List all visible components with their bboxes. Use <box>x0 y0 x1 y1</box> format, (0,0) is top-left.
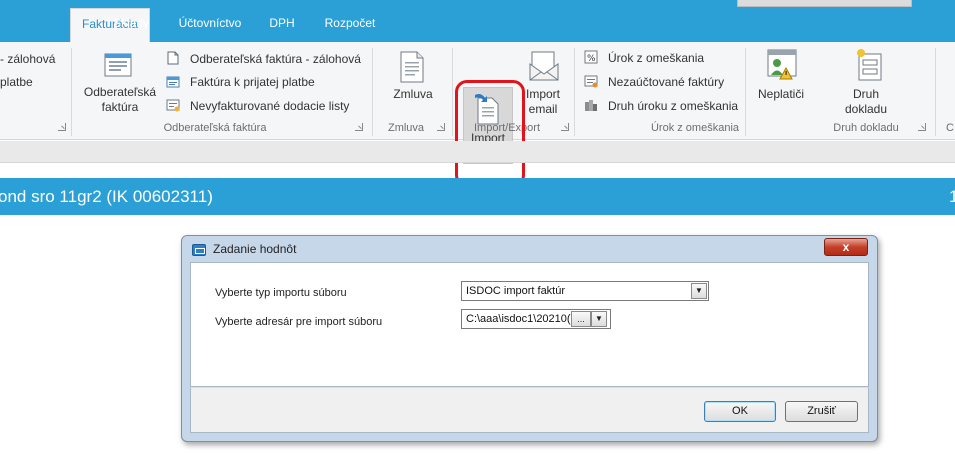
chevron-down-icon[interactable]: ▼ <box>591 311 607 327</box>
group-launcher-icon[interactable] <box>918 123 926 131</box>
import-type-label: Vyberte typ importu súboru <box>215 287 347 299</box>
urok-z-omeskania-label: Úrok z omeškania <box>608 51 705 65</box>
invoice-form-icon <box>104 53 132 77</box>
quick-access-box <box>737 0 912 7</box>
company-title: ond sro 11gr2 (IK 00602311) <box>0 187 213 206</box>
dialog-title: Zadanie hodnôt <box>213 242 297 256</box>
group-label-partial-right: C <box>946 122 954 134</box>
import-email-label-2: email <box>528 102 558 116</box>
browse-button[interactable]: ... <box>571 311 591 327</box>
company-title-right: 1 <box>949 187 955 206</box>
import-folder-value: C:\aaa\isdoc1\20210( <box>466 313 571 325</box>
document-type-icon <box>857 49 882 81</box>
import-type-value: ISDOC import faktúr <box>466 285 566 297</box>
faktura-k-prijatej-platbe-label: Faktúra k prijatej platbe <box>190 75 315 89</box>
group-launcher-icon[interactable] <box>355 123 363 131</box>
neplatici-label: Neplatiči <box>757 87 805 101</box>
company-title-bar: ond sro 11gr2 (IK 00602311) 1 <box>0 178 955 215</box>
interest-icon: % <box>584 50 598 64</box>
group-label-urok: Úrok z omeškania <box>650 122 740 134</box>
group-label-druh-dokladu: Druh dokladu <box>833 122 899 134</box>
interest-type-icon <box>585 100 597 111</box>
nevyfakturovane-dodacie-listy-label: Nevyfakturované dodacie listy <box>190 99 350 113</box>
zalohova-faktura-label: Odberateľská faktúra - zálohová <box>190 52 361 66</box>
tab-uctovnictvo[interactable]: Účtovníctvo <box>170 8 250 42</box>
odberatelska-faktura-label-2: faktúra <box>101 100 139 114</box>
group-separator <box>935 48 936 136</box>
ribbon-subbar <box>0 141 955 163</box>
group-separator <box>71 48 72 136</box>
svg-text:%: % <box>587 54 596 64</box>
import-email-label-1: Import <box>525 87 560 101</box>
delivery-note-icon <box>166 99 180 112</box>
cancel-button[interactable]: Zrušiť <box>785 401 858 422</box>
import-highlight-marker <box>455 80 525 187</box>
zadanie-hodnot-dialog: Zadanie hodnôt x Vyberte typ importu súb… <box>181 235 878 442</box>
zmluva-label: Zmluva <box>393 87 433 101</box>
group-launcher-icon[interactable] <box>561 123 569 131</box>
document-icon <box>167 51 179 65</box>
import-type-select[interactable]: ISDOC import faktúr <box>461 281 709 301</box>
chevron-down-icon[interactable]: ▼ <box>691 283 707 299</box>
email-icon <box>529 51 559 81</box>
group-launcher-icon[interactable] <box>437 123 445 131</box>
window-icon <box>192 244 206 256</box>
group-separator <box>452 48 453 136</box>
group-label-odberatelska-faktura: Odberateľská faktúra <box>163 122 267 134</box>
invoice-list-icon <box>166 76 180 88</box>
druh-dokladu-label-2: dokladu <box>844 102 888 116</box>
group-separator <box>745 48 746 136</box>
close-button[interactable]: x <box>824 238 868 256</box>
unposted-invoice-icon <box>584 75 598 88</box>
import-folder-label: Vyberte adresár pre import súboru <box>215 316 383 328</box>
ribbon: - zálohová platbe Odberateľská faktúra O… <box>0 42 955 187</box>
tab-dph[interactable]: DPH <box>262 8 302 42</box>
nezauctovane-faktury-label: Nezaúčtované faktúry <box>608 75 725 89</box>
dialog-footer: OK Zrušiť <box>190 387 869 433</box>
ribbon-partial-item-1[interactable]: - zálohová <box>0 52 55 66</box>
odberatelska-faktura-label-1: Odberateľská <box>83 85 157 99</box>
tab-sklady[interactable]: Sklady <box>106 8 156 42</box>
dialog-body: Vyberte typ importu súboru ISDOC import … <box>190 262 869 387</box>
contract-icon <box>400 51 424 83</box>
druh-uroku-label: Druh úroku z omeškania <box>608 99 739 113</box>
debtors-icon <box>767 49 797 80</box>
group-label-zmluva: Zmluva <box>387 122 425 134</box>
group-separator <box>372 48 373 136</box>
tab-rozpocet[interactable]: Rozpočet <box>318 8 382 42</box>
ribbon-tab-bar: Fakturácia Sklady Účtovníctvo DPH Rozpoč… <box>0 0 955 42</box>
ok-button[interactable]: OK <box>704 401 776 422</box>
group-launcher-icon[interactable] <box>58 123 66 131</box>
group-separator <box>574 48 575 136</box>
ribbon-partial-item-2[interactable]: platbe <box>0 75 33 89</box>
druh-dokladu-label-1: Druh <box>852 87 879 101</box>
